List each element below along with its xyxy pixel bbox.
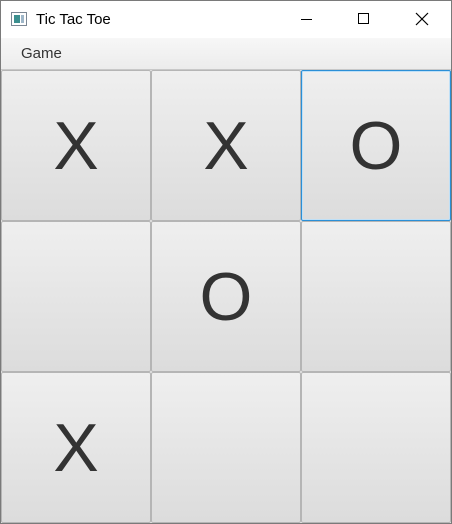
app-icon-pane xyxy=(21,15,24,23)
close-button[interactable] xyxy=(393,1,451,38)
maximize-icon xyxy=(358,13,369,24)
board-cell-r1c1[interactable]: X xyxy=(1,70,151,221)
minimize-button[interactable] xyxy=(277,1,335,38)
game-board: X X O O X xyxy=(1,70,451,524)
maximize-button[interactable] xyxy=(335,1,393,38)
board-cell-r2c3[interactable] xyxy=(301,221,451,372)
app-window: Tic Tac Toe Game X X O O X xyxy=(0,0,452,524)
app-icon-pane xyxy=(14,15,20,23)
app-window-icon xyxy=(11,12,27,26)
menu-game[interactable]: Game xyxy=(11,42,72,66)
board-cell-r3c1[interactable]: X xyxy=(1,372,151,523)
menu-bar: Game xyxy=(1,38,451,70)
board-cell-r3c3[interactable] xyxy=(301,372,451,523)
board-cell-r2c2[interactable]: O xyxy=(151,221,301,372)
board-cell-r2c1[interactable] xyxy=(1,221,151,372)
window-title: Tic Tac Toe xyxy=(36,11,111,28)
board-cell-r1c2[interactable]: X xyxy=(151,70,301,221)
title-bar[interactable]: Tic Tac Toe xyxy=(1,1,451,38)
minimize-icon xyxy=(301,19,312,20)
board-cell-r1c3[interactable]: O xyxy=(301,70,451,221)
board-cell-r3c2[interactable] xyxy=(151,372,301,523)
close-icon xyxy=(415,12,429,26)
